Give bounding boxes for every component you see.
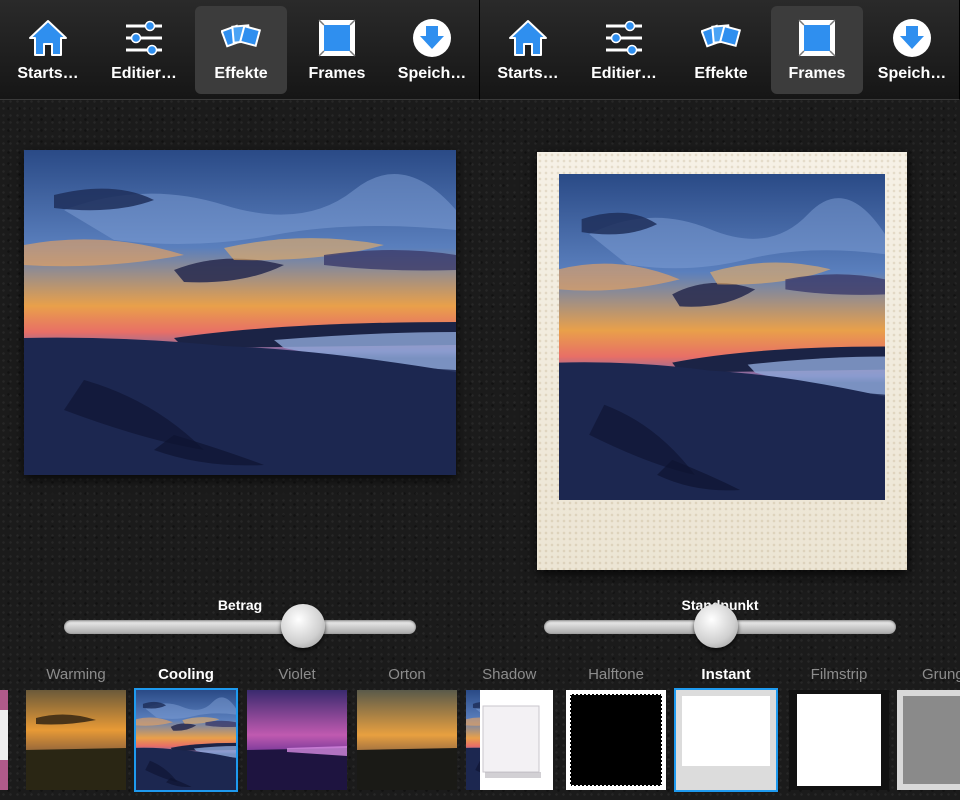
frame-thumb-instant[interactable]: Instant [673, 660, 779, 800]
photo-preview [559, 174, 885, 500]
frames-panel: Starts… Editier… Effekte Frames Speich… … [480, 0, 960, 800]
effect-name: Cooling [158, 666, 214, 683]
effect-thumb-orton[interactable]: Orton [354, 660, 460, 800]
effect-preview [247, 690, 347, 790]
slider-label: Betrag [217, 597, 263, 613]
toolbar: Starts… Editier… Effekte Frames Speich… [0, 0, 480, 100]
tool-label: Effekte [694, 65, 748, 82]
frame-preview [674, 688, 778, 792]
tool-label: Starts… [497, 65, 559, 82]
viewpoint-slider-thumb[interactable] [694, 604, 739, 648]
frame-thumb-drop-shadow[interactable]: p Shadow [480, 660, 556, 800]
frame-thumb-filmstrip[interactable]: Filmstrip [786, 660, 892, 800]
frame-icon [798, 19, 836, 57]
frame-name: Grunge [921, 666, 960, 683]
save-download-icon [413, 19, 451, 57]
effects-icon [701, 24, 741, 48]
effect-thumb-violet[interactable]: Violet [244, 660, 350, 800]
tool-save[interactable]: Speich… [866, 6, 958, 94]
tool-label: Frames [788, 65, 846, 82]
effect-name: Warming [46, 666, 106, 683]
effect-preview [134, 688, 238, 792]
home-icon [509, 20, 547, 56]
save-download-icon [893, 19, 931, 57]
frame-thumb-halftone[interactable]: Halftone [563, 660, 669, 800]
frame-preview [789, 690, 889, 790]
sliders-icon [606, 20, 642, 56]
tool-label: Editier… [591, 65, 657, 82]
frame-preview [480, 690, 553, 790]
home-icon [29, 20, 67, 56]
tool-frames[interactable]: Frames [771, 6, 863, 94]
amount-slider-thumb[interactable] [281, 604, 326, 648]
effect-name: Violet [278, 666, 316, 683]
tool-edit[interactable]: Editier… [578, 6, 670, 94]
tool-start[interactable]: Starts… [482, 6, 574, 94]
tool-effects[interactable]: Effekte [195, 6, 287, 94]
effect-preview [357, 690, 457, 790]
frame-name: Instant [701, 666, 751, 683]
tool-label: Frames [308, 65, 366, 82]
sliders-icon [126, 20, 162, 56]
effects-strip: Warming Cooling Violet Orton [0, 660, 480, 800]
tool-save[interactable]: Speich… [386, 6, 478, 94]
instant-frame-preview [537, 152, 907, 570]
frame-icon [318, 19, 356, 57]
frame-preview [897, 690, 960, 790]
effects-icon [221, 24, 261, 48]
effect-name: Orton [388, 666, 426, 683]
tool-label: Speich… [397, 65, 467, 82]
effect-thumb-warming[interactable]: Warming [23, 660, 129, 800]
tool-label: Starts… [17, 65, 79, 82]
amount-slider-track[interactable] [64, 620, 416, 634]
effects-panel: Starts… Editier… Effekte Frames Speich… … [0, 0, 480, 800]
tool-edit[interactable]: Editier… [98, 6, 190, 94]
effect-preview [0, 690, 8, 790]
frame-name: Halftone [588, 666, 644, 683]
frame-preview [566, 690, 666, 790]
tool-label: Effekte [214, 65, 268, 82]
frame-thumb-grunge[interactable]: Grunge [894, 660, 960, 800]
tool-label: Speich… [877, 65, 947, 82]
effect-thumb-cooling[interactable]: Cooling [133, 660, 239, 800]
effect-preview [466, 690, 480, 790]
photo-preview [24, 150, 456, 475]
effect-thumb-partial[interactable] [463, 660, 480, 800]
effect-thumb[interactable] [0, 660, 11, 800]
tool-effects[interactable]: Effekte [675, 6, 767, 94]
frames-strip: p Shadow Halftone Instant Filmstrip Grun… [480, 660, 960, 800]
effect-preview [26, 690, 126, 790]
tool-start[interactable]: Starts… [2, 6, 94, 94]
tool-label: Editier… [111, 65, 177, 82]
tool-frames[interactable]: Frames [291, 6, 383, 94]
toolbar: Starts… Editier… Effekte Frames Speich… [480, 0, 960, 100]
